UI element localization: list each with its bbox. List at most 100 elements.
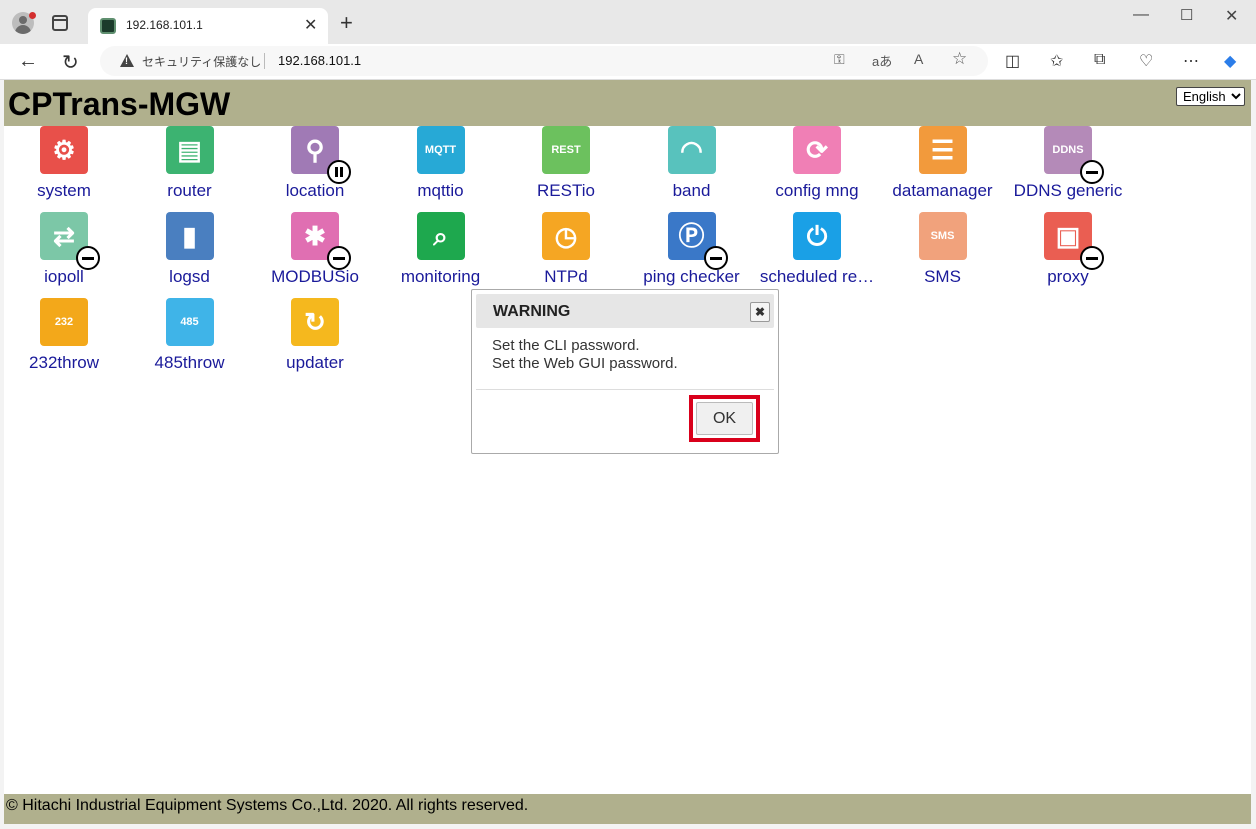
app-label[interactable]: config mng <box>753 181 881 201</box>
app-label[interactable]: ping checker <box>628 267 756 287</box>
clock-icon-glyph: ◷ <box>554 221 578 251</box>
favorites-icon[interactable]: ✩ <box>1050 51 1063 71</box>
maximize-icon[interactable]: ☐ <box>1180 6 1193 24</box>
config-gear-icon[interactable]: ⟳ <box>793 126 841 174</box>
read-aloud-icon[interactable]: A <box>914 51 923 67</box>
wifi-icon[interactable]: ◠ <box>667 126 716 174</box>
rest-cloud-icon-glyph: REST <box>551 143 581 156</box>
dialog-message-line: Set the Web GUI password. <box>492 355 678 372</box>
app-label[interactable]: system <box>0 181 128 201</box>
security-label[interactable]: セキュリティ保護なし <box>142 53 261 70</box>
app-label[interactable]: logsd <box>126 267 254 287</box>
app-label[interactable]: DDNS generic <box>1004 181 1132 201</box>
mqtt-icon[interactable]: MQTT <box>416 126 465 174</box>
dialog-message-line: Set the CLI password. <box>492 337 640 354</box>
power-icon[interactable]: ⏻ <box>793 212 841 260</box>
database-icon[interactable]: ☰ <box>918 126 967 174</box>
site-favicon-icon <box>100 18 116 34</box>
app-label[interactable]: router <box>126 181 254 201</box>
app-label[interactable]: iopoll <box>0 267 128 287</box>
app-label[interactable]: datamanager <box>879 181 1007 201</box>
app-tile-ping-checker[interactable]: Ⓟping checker <box>632 212 752 292</box>
tab-actions-icon[interactable] <box>52 15 68 31</box>
log-book-icon-glyph: ▮ <box>182 221 197 251</box>
app-tile-restio[interactable]: REST RESTio <box>506 126 626 206</box>
rest-cloud-icon[interactable]: REST <box>542 126 590 174</box>
reload-icon[interactable]: ↻ <box>62 50 79 75</box>
app-tile-proxy[interactable]: ▣ proxy <box>1008 212 1128 292</box>
app-tile-monitoring[interactable]: ⌕ monitoring <box>381 212 501 292</box>
collections-icon[interactable]: ⧉ <box>1094 51 1105 69</box>
refresh-icon-glyph: ↻ <box>304 307 326 337</box>
app-tile-ntpd[interactable]: ◷ NTPd <box>506 212 626 292</box>
app-label[interactable]: NTPd <box>502 267 630 287</box>
power-icon-glyph: ⏻ <box>806 221 828 251</box>
serial-485-icon[interactable]: 485 <box>165 298 214 346</box>
brand-title: CPTrans-MGW <box>8 86 231 122</box>
app-tile-iopoll[interactable]: ⇄ iopoll <box>4 212 124 292</box>
more-menu-icon[interactable]: ⋯ <box>1183 51 1199 71</box>
app-label[interactable]: band <box>628 181 756 201</box>
app-label[interactable]: SMS <box>879 267 1007 287</box>
clock-icon[interactable]: ◷ <box>542 212 590 260</box>
app-tile-updater[interactable]: ↻ updater <box>255 298 375 378</box>
app-label[interactable]: 485throw <box>126 353 254 373</box>
database-icon-glyph: ☰ <box>930 135 955 165</box>
new-tab-icon[interactable]: + <box>340 10 353 36</box>
language-select[interactable]: English <box>1176 87 1245 106</box>
app-tile-modbusio[interactable]: ✱ MODBUSio <box>255 212 375 292</box>
app-label[interactable]: RESTio <box>502 181 630 201</box>
back-arrow-icon[interactable]: ← <box>18 50 38 73</box>
app-tile-mqttio[interactable]: MQTT mqttio <box>381 126 501 206</box>
app-tile-router[interactable]: ▤ router <box>130 126 250 206</box>
app-tile-location[interactable]: ⚲ location <box>255 126 375 206</box>
tab-title: 192.168.101.1 <box>126 18 203 32</box>
serial-232-icon[interactable]: 232 <box>40 298 88 346</box>
key-icon[interactable]: ⚿ <box>834 51 845 68</box>
minimize-icon[interactable]: — <box>1133 6 1149 24</box>
browser-tab[interactable]: 192.168.101.1 ✕ <box>88 8 328 44</box>
app-tile-config-mng[interactable]: ⟳ config mng <box>757 126 877 206</box>
app-tile-485throw[interactable]: 485 485throw <box>130 298 250 378</box>
refresh-icon[interactable]: ↻ <box>291 298 339 346</box>
app-label[interactable]: mqttio <box>377 181 505 201</box>
app-label[interactable]: proxy <box>1004 267 1132 287</box>
app-label[interactable]: 232throw <box>0 353 128 373</box>
dialog-close-icon[interactable]: ✖ <box>750 302 770 322</box>
browser-tab-bar: 192.168.101.1 ✕ + — ☐ ✕ <box>0 0 1256 44</box>
log-book-icon[interactable]: ▮ <box>165 212 214 260</box>
app-label[interactable]: scheduled re… <box>753 267 881 287</box>
mqtt-icon-glyph: MQTT <box>424 143 457 156</box>
app-tile-ddns-generic[interactable]: DDNS DDNS generic <box>1008 126 1128 206</box>
app-tile-232throw[interactable]: 232 232throw <box>4 298 124 378</box>
app-label[interactable]: updater <box>251 353 379 373</box>
translate-icon[interactable]: aあ <box>872 51 892 70</box>
copilot-icon[interactable]: ◆ <box>1224 51 1236 71</box>
window-close-icon[interactable]: ✕ <box>1225 6 1238 26</box>
app-tile-sms[interactable]: SMS SMS <box>883 212 1003 292</box>
url-text[interactable]: 192.168.101.1 <box>278 53 361 68</box>
address-toolbar: ← ↻ セキュリティ保護なし 192.168.101.1 ⚿ aあ A ☆ ◫ … <box>0 44 1256 80</box>
monitoring-icon[interactable]: ⌕ <box>416 212 465 260</box>
serial-485-icon-glyph: 485 <box>180 315 199 328</box>
router-icon[interactable]: ▤ <box>165 126 214 174</box>
copyright-text: © Hitachi Industrial Equipment Systems C… <box>6 797 529 814</box>
gear-icon[interactable]: ⚙ <box>40 126 88 174</box>
app-tile-system[interactable]: ⚙ system <box>4 126 124 206</box>
app-label[interactable]: location <box>251 181 379 201</box>
app-tile-scheduled-re[interactable]: ⏻ scheduled re… <box>757 212 877 292</box>
browser-essentials-icon[interactable]: ♡ <box>1139 51 1153 71</box>
sms-icon[interactable]: SMS <box>918 212 967 260</box>
not-secure-warning-icon[interactable] <box>120 54 134 67</box>
app-tile-datamanager[interactable]: ☰ datamanager <box>883 126 1003 206</box>
split-screen-icon[interactable]: ◫ <box>1005 51 1020 71</box>
tab-close-icon[interactable]: ✕ <box>304 15 317 35</box>
app-label[interactable]: monitoring <box>377 267 505 287</box>
address-bar[interactable]: セキュリティ保護なし 192.168.101.1 ⚿ aあ A ☆ <box>100 46 988 76</box>
favorite-star-icon[interactable]: ☆ <box>952 49 967 69</box>
app-tile-band[interactable]: ◠ band <box>632 126 752 206</box>
ok-button[interactable]: OK <box>696 402 753 435</box>
dialog-header: WARNING ✖ <box>476 294 774 328</box>
app-tile-logsd[interactable]: ▮ logsd <box>130 212 250 292</box>
app-label[interactable]: MODBUSio <box>251 267 379 287</box>
